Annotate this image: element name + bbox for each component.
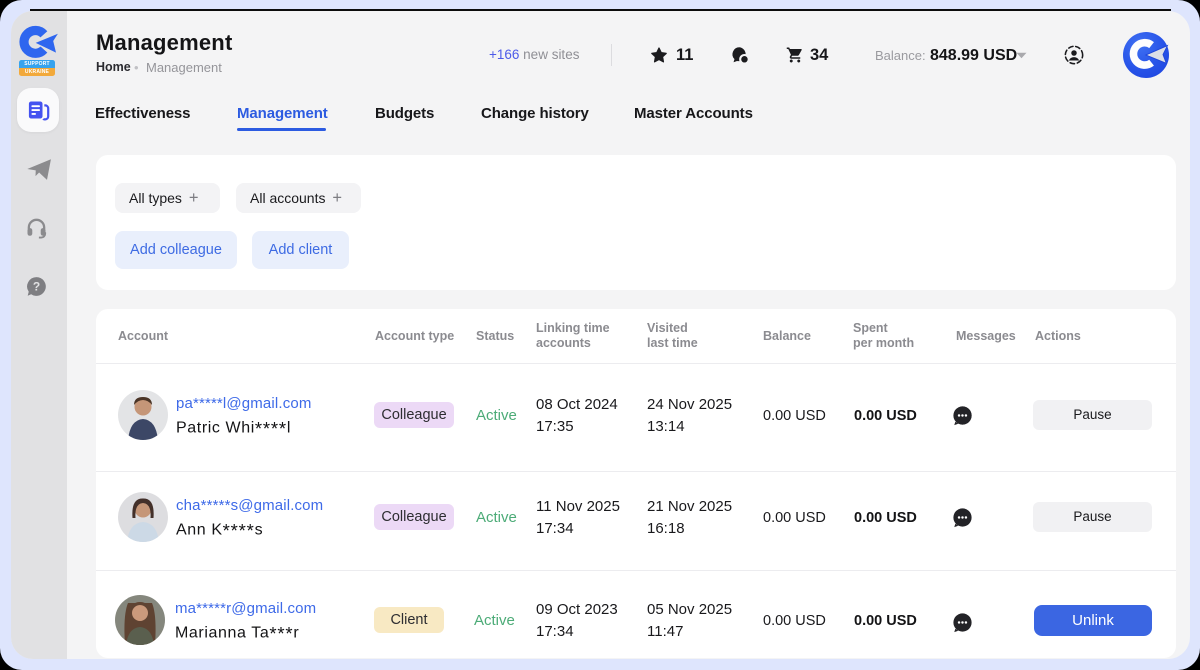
svg-text:?: ?	[33, 280, 40, 294]
